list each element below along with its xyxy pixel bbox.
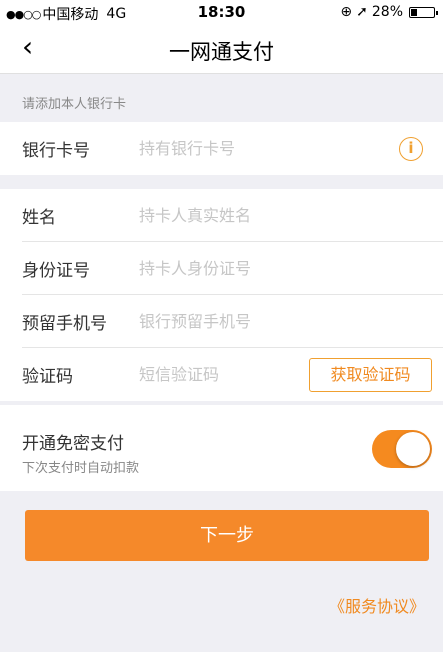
name-label: 姓名	[22, 208, 56, 228]
service-agreement-link[interactable]: 《服务协议》	[329, 593, 425, 617]
toggle-knob	[396, 432, 430, 466]
location-icon: ➚	[356, 4, 368, 20]
info-icon[interactable]: i	[399, 136, 423, 161]
code-label: 验证码	[22, 367, 73, 387]
page-title: 一网通支付	[169, 40, 274, 64]
orientation-lock-icon: ⊕	[340, 4, 353, 20]
password-free-group: 开通免密支付 下次支付时自动扣款	[0, 405, 443, 491]
card-number-input[interactable]	[139, 139, 359, 158]
status-bar: ●●○○ 中国移动 4G 18:30 ⊕ ➚ 28%	[0, 0, 443, 24]
phone-input[interactable]	[139, 312, 359, 331]
card-group: 银行卡号 i	[0, 122, 443, 175]
battery-percent: 28%	[371, 4, 403, 20]
phone-row: 预留手机号	[0, 295, 443, 348]
card-number-label: 银行卡号	[22, 141, 90, 161]
id-number-input[interactable]	[139, 259, 359, 278]
status-right: ⊕ ➚ 28%	[340, 4, 438, 20]
battery-icon	[409, 6, 438, 18]
phone-label: 预留手机号	[22, 314, 107, 334]
id-row: 身份证号	[0, 242, 443, 295]
id-label: 身份证号	[22, 261, 90, 281]
section-hint: 请添加本人银行卡	[0, 75, 443, 122]
code-row: 验证码 获取验证码	[0, 348, 443, 401]
identity-group: 姓名 身份证号 预留手机号 验证码 获取验证码	[0, 189, 443, 401]
card-number-row: 银行卡号 i	[0, 122, 443, 175]
password-free-row: 开通免密支付 下次支付时自动扣款	[0, 405, 443, 491]
battery-fill	[411, 8, 418, 16]
nav-bar: ‹ 一网通支付	[0, 24, 443, 74]
name-row: 姓名	[0, 189, 443, 242]
password-free-toggle[interactable]	[372, 430, 432, 468]
name-input[interactable]	[139, 206, 359, 225]
next-button[interactable]: 下一步	[25, 510, 429, 561]
sms-code-input[interactable]	[139, 365, 289, 384]
get-code-button[interactable]: 获取验证码	[309, 357, 432, 392]
password-free-title: 开通免密支付	[22, 434, 124, 454]
password-free-subtitle: 下次支付时自动扣款	[22, 461, 140, 476]
